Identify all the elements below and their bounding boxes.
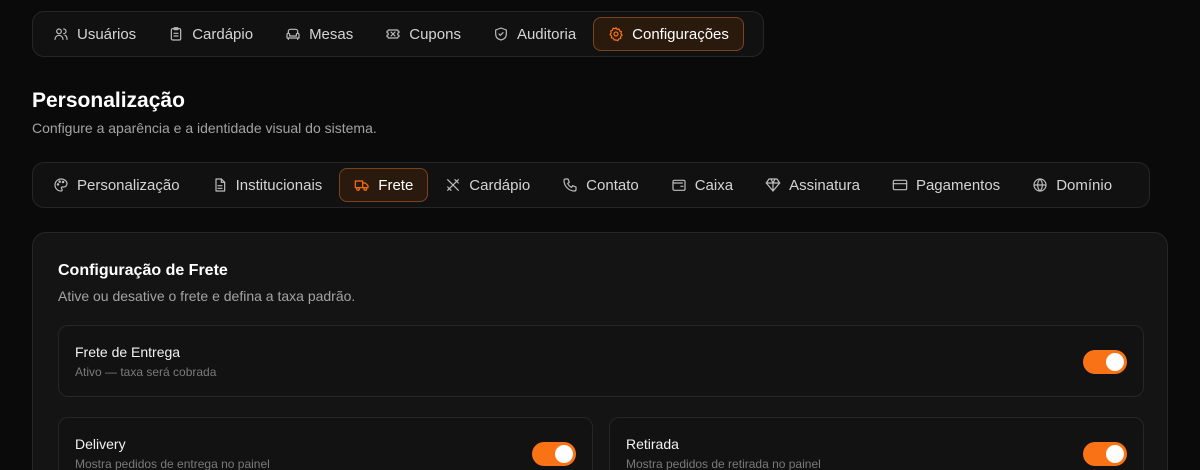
tab-assinatura[interactable]: Assinatura bbox=[750, 168, 875, 202]
nav-item-configuracoes[interactable]: Configurações bbox=[593, 17, 744, 51]
retirada-toggle[interactable] bbox=[1083, 442, 1127, 466]
tab-cardapio[interactable]: Cardápio bbox=[430, 168, 545, 202]
nav-item-usuarios[interactable]: Usuários bbox=[38, 17, 151, 51]
tab-label: Assinatura bbox=[789, 176, 860, 194]
card-description: Ative ou desative o frete e defina a tax… bbox=[58, 288, 356, 304]
nav-item-mesas[interactable]: Mesas bbox=[270, 17, 368, 51]
tab-label: Contato bbox=[586, 176, 639, 194]
tab-frete[interactable]: Frete bbox=[339, 168, 429, 202]
utensils-icon bbox=[447, 179, 460, 191]
document-icon bbox=[214, 178, 225, 192]
truck-icon bbox=[355, 180, 369, 191]
gem-icon bbox=[765, 178, 781, 192]
tab-label: Domínio bbox=[1056, 176, 1113, 194]
settings-page: Usuários Cardápio Mesas Cupons Auditoria… bbox=[0, 0, 1200, 470]
credit-card-icon bbox=[892, 179, 908, 191]
delivery-row: Delivery Mostra pedidos de entrega no pa… bbox=[58, 417, 593, 470]
tab-contato[interactable]: Contato bbox=[547, 168, 654, 202]
frete-entrega-row: Frete de Entrega Ativo — taxa será cobra… bbox=[58, 325, 1144, 397]
nav-item-label: Cupons bbox=[409, 25, 461, 43]
toggle-knob bbox=[1106, 445, 1124, 463]
nav-item-label: Auditoria bbox=[516, 25, 577, 43]
row-title: Retirada bbox=[626, 436, 679, 452]
tab-label: Cardápio bbox=[469, 176, 531, 194]
gear-icon bbox=[609, 27, 623, 42]
top-nav: Usuários Cardápio Mesas Cupons Auditoria… bbox=[32, 11, 764, 57]
nav-item-label: Configurações bbox=[632, 25, 729, 43]
tab-label: Pagamentos bbox=[915, 176, 1001, 194]
tab-label: Institucionais bbox=[235, 176, 323, 194]
tab-pagamentos[interactable]: Pagamentos bbox=[877, 168, 1015, 202]
tab-label: Caixa bbox=[694, 176, 734, 194]
nav-item-label: Usuários bbox=[77, 25, 137, 43]
row-subtitle: Ativo — taxa será cobrada bbox=[75, 365, 217, 379]
users-icon bbox=[54, 28, 68, 40]
frete-entrega-toggle[interactable] bbox=[1083, 350, 1127, 374]
toggle-knob bbox=[1106, 353, 1124, 371]
wallet-icon bbox=[672, 179, 686, 191]
sofa-icon bbox=[286, 28, 300, 40]
row-title: Frete de Entrega bbox=[75, 344, 181, 360]
frete-config-card: Configuração de Frete Ative ou desative … bbox=[32, 232, 1168, 470]
clipboard-icon bbox=[170, 27, 182, 41]
phone-icon bbox=[563, 178, 577, 192]
tab-dominio[interactable]: Domínio bbox=[1017, 168, 1127, 202]
nav-item-label: Cardápio bbox=[192, 25, 254, 43]
settings-tabs: Personalização Institucionais Frete Card… bbox=[32, 162, 1150, 208]
nav-item-label: Mesas bbox=[309, 25, 354, 43]
retirada-row: Retirada Mostra pedidos de retirada no p… bbox=[609, 417, 1144, 470]
globe-icon bbox=[1033, 178, 1047, 192]
nav-item-cupons[interactable]: Cupons bbox=[370, 17, 476, 51]
row-title: Delivery bbox=[75, 436, 126, 452]
delivery-toggle[interactable] bbox=[532, 442, 576, 466]
shield-icon bbox=[495, 27, 507, 41]
ticket-icon bbox=[386, 29, 400, 39]
row-subtitle: Mostra pedidos de retirada no painel bbox=[626, 457, 821, 470]
tab-caixa[interactable]: Caixa bbox=[656, 168, 748, 202]
nav-item-cardapio[interactable]: Cardápio bbox=[153, 17, 268, 51]
page-subtitle: Configure a aparência e a identidade vis… bbox=[32, 120, 377, 136]
tab-personalizacao[interactable]: Personalização bbox=[38, 168, 195, 202]
nav-item-auditoria[interactable]: Auditoria bbox=[478, 17, 591, 51]
tab-label: Frete bbox=[378, 176, 414, 194]
card-title: Configuração de Frete bbox=[58, 262, 228, 279]
tab-institucionais[interactable]: Institucionais bbox=[197, 168, 338, 202]
tab-label: Personalização bbox=[77, 176, 180, 194]
toggle-knob bbox=[555, 445, 573, 463]
row-subtitle: Mostra pedidos de entrega no painel bbox=[75, 457, 270, 470]
page-title: Personalização bbox=[32, 89, 185, 112]
palette-icon bbox=[54, 178, 68, 192]
